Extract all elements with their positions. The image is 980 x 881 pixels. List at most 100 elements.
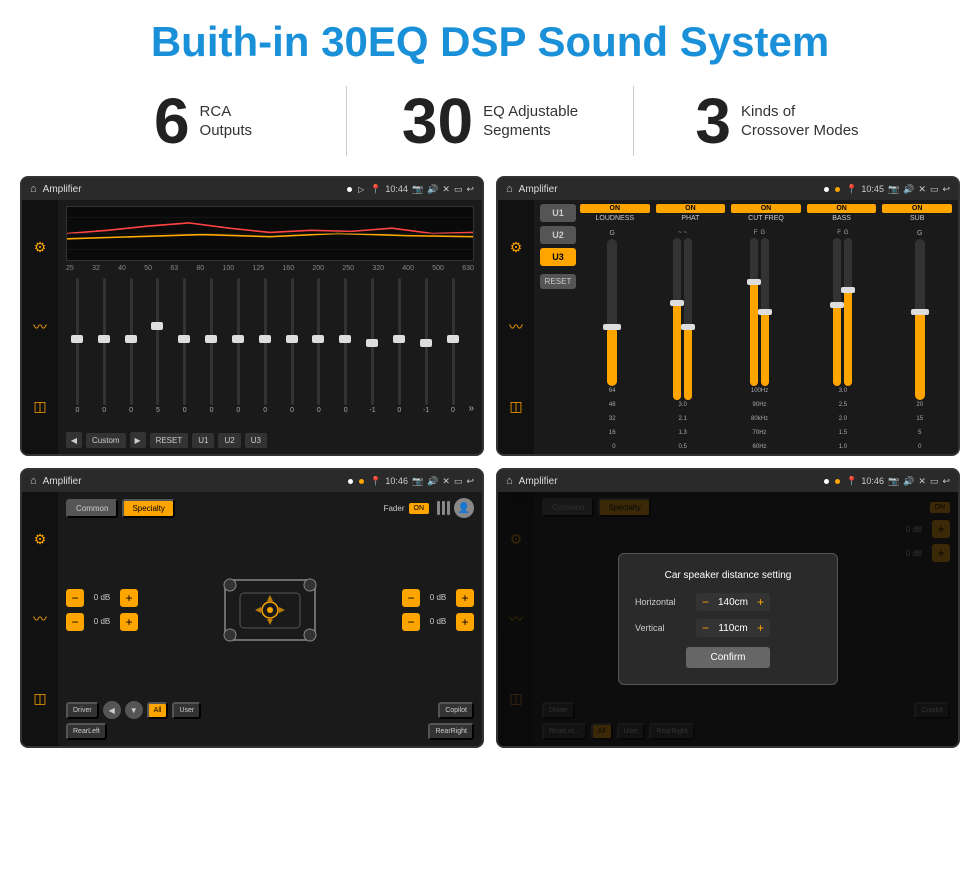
crossover-on-row: ONLOUDNESS ONPHAT ONCUT FREQ ONBASS ONSU… xyxy=(580,204,952,226)
eq-sliders-area[interactable]: 0 0 0 5 0 xyxy=(66,278,474,428)
dialog-back-icon[interactable]: ↩ xyxy=(942,476,950,487)
crossover-status-icons: 📍 10:45 📷 🔊 ✕ ▭ ↩ xyxy=(846,184,950,195)
eq-play-icon: ▷ xyxy=(358,185,364,194)
horizontal-plus-btn[interactable]: + xyxy=(757,595,764,609)
eq-preset-custom[interactable]: Custom xyxy=(86,433,126,448)
user-btn[interactable]: User xyxy=(172,702,201,719)
fader-common-tab[interactable]: Common xyxy=(66,499,118,518)
rearright-btn[interactable]: RearRight xyxy=(428,723,474,740)
fader-specialty-tab[interactable]: Specialty xyxy=(122,499,174,518)
preset-u2[interactable]: U2 xyxy=(540,226,576,244)
driver-btn[interactable]: Driver xyxy=(66,702,99,719)
home-icon-4[interactable]: ⌂ xyxy=(506,475,513,487)
fader-vol-icon[interactable]: ◫ xyxy=(33,690,46,707)
eq-reset-btn[interactable]: RESET xyxy=(150,433,189,448)
eq-slider-11[interactable]: -1 xyxy=(361,278,384,414)
eq-prev-btn[interactable]: ◀ xyxy=(66,432,82,448)
eq-wave-icon[interactable]: 〰 xyxy=(33,317,47,337)
eq-slider-10[interactable]: 0 xyxy=(334,278,357,414)
vertical-stepper[interactable]: − 110cm + xyxy=(696,619,770,637)
eq-slider-8[interactable]: 0 xyxy=(281,278,304,414)
fader-screen: ⌂ Amplifier 📍 10:46 📷 🔊 ✕ ▭ ↩ ⚙ 〰 ◫ xyxy=(20,468,484,748)
left-arrow-btn[interactable]: ◀ xyxy=(103,701,121,719)
eq-status-icons: 📍 10:44 📷 🔊 ✕ ▭ ↩ xyxy=(370,184,474,195)
home-icon[interactable]: ⌂ xyxy=(30,183,37,195)
horizontal-stepper[interactable]: − 140cm + xyxy=(696,593,770,611)
eq-u2-btn[interactable]: U2 xyxy=(218,433,240,448)
vol-minus-2[interactable]: − xyxy=(66,613,84,631)
fader-back-icon[interactable]: ↩ xyxy=(466,476,474,487)
vol-plus-3[interactable]: + xyxy=(456,589,474,607)
rearleft-btn[interactable]: RearLeft xyxy=(66,723,107,740)
crossover-presets: U1 U2 U3 RESET xyxy=(540,204,576,450)
status-dot-orange-2 xyxy=(359,479,364,484)
horizontal-value: 140cm xyxy=(713,597,753,608)
eq-vol-icon[interactable]: ◫ xyxy=(33,398,46,415)
eq-slider-5[interactable]: 0 xyxy=(200,278,223,414)
preset-u3[interactable]: U3 xyxy=(540,248,576,266)
eq-slider-2[interactable]: 0 xyxy=(120,278,143,414)
vertical-minus-btn[interactable]: − xyxy=(702,621,709,635)
horizontal-minus-btn[interactable]: − xyxy=(702,595,709,609)
vol-row-1: − 0 dB + xyxy=(66,589,138,607)
camera-icon: 📷 xyxy=(412,184,423,195)
eq-slider-3[interactable]: 5 xyxy=(146,278,169,414)
confirm-button[interactable]: Confirm xyxy=(686,647,769,668)
crossover-screen: ⌂ Amplifier 📍 10:45 📷 🔊 ✕ ▭ ↩ ⚙ 〰 ◫ xyxy=(496,176,960,456)
eq-slider-12[interactable]: 0 xyxy=(388,278,411,414)
cutfreq-control[interactable]: FG xyxy=(721,230,798,450)
eq-graph xyxy=(66,206,474,261)
vol-plus-2[interactable]: + xyxy=(120,613,138,631)
copilot-btn[interactable]: Copilot xyxy=(438,702,474,719)
loudness-control[interactable]: G 644832160 xyxy=(580,230,644,450)
home-icon-3[interactable]: ⌂ xyxy=(30,475,37,487)
eq-slider-1[interactable]: 0 xyxy=(93,278,116,414)
eq-slider-9[interactable]: 0 xyxy=(307,278,330,414)
fader-tune-icon[interactable]: ⚙ xyxy=(34,531,47,548)
down-arrow-btn[interactable]: ▼ xyxy=(125,701,143,719)
phat-control[interactable]: ~~ xyxy=(650,230,714,450)
eq-next-btn[interactable]: ▶ xyxy=(130,432,146,448)
eq-u3-btn[interactable]: U3 xyxy=(245,433,267,448)
vol-minus-3[interactable]: − xyxy=(402,589,420,607)
all-btn[interactable]: All xyxy=(147,702,169,719)
eq-slider-0[interactable]: 0 xyxy=(66,278,89,414)
eq-back-icon[interactable]: ↩ xyxy=(466,184,474,195)
stat-rca-number: 6 xyxy=(154,89,190,153)
crossover-back-icon[interactable]: ↩ xyxy=(942,184,950,195)
eq-slider-13[interactable]: -1 xyxy=(415,278,438,414)
fader-wave-icon[interactable]: 〰 xyxy=(33,609,47,629)
stat-eq-label: EQ Adjustable Segments xyxy=(483,102,578,141)
eq-slider-7[interactable]: 0 xyxy=(254,278,277,414)
vol-minus-1[interactable]: − xyxy=(66,589,84,607)
eq-tune-icon[interactable]: ⚙ xyxy=(34,239,47,256)
vertical-plus-btn[interactable]: + xyxy=(757,621,764,635)
status-dot-4 xyxy=(824,479,829,484)
home-icon-2[interactable]: ⌂ xyxy=(506,183,513,195)
status-dot-2 xyxy=(824,187,829,192)
loudness-on[interactable]: ON xyxy=(580,204,650,213)
phat-on[interactable]: ON xyxy=(656,204,726,213)
cutfreq-on[interactable]: ON xyxy=(731,204,801,213)
dialog-title: Car speaker distance setting xyxy=(635,570,821,581)
eq-slider-4[interactable]: 0 xyxy=(173,278,196,414)
fader-on-btn[interactable]: ON xyxy=(409,503,430,514)
eq-u1-btn[interactable]: U1 xyxy=(192,433,214,448)
crossover-reset-btn[interactable]: RESET xyxy=(540,274,576,289)
bass-control[interactable]: FG xyxy=(804,230,881,450)
crossover-tune-icon[interactable]: ⚙ xyxy=(510,239,523,256)
eq-slider-6[interactable]: 0 xyxy=(227,278,250,414)
crossover-vol-icon[interactable]: ◫ xyxy=(509,398,522,415)
profile-icon[interactable]: 👤 xyxy=(454,498,474,518)
crossover-x-icon: ✕ xyxy=(918,184,926,195)
sub-control[interactable]: G 201550 xyxy=(888,230,952,450)
vol-plus-1[interactable]: + xyxy=(120,589,138,607)
eq-more-icon[interactable]: » xyxy=(468,403,474,414)
preset-u1[interactable]: U1 xyxy=(540,204,576,222)
crossover-wave-icon[interactable]: 〰 xyxy=(509,317,523,337)
sub-on[interactable]: ON xyxy=(882,204,952,213)
vol-minus-4[interactable]: − xyxy=(402,613,420,631)
vol-plus-4[interactable]: + xyxy=(456,613,474,631)
eq-slider-14[interactable]: 0 xyxy=(442,278,465,414)
bass-on[interactable]: ON xyxy=(807,204,877,213)
